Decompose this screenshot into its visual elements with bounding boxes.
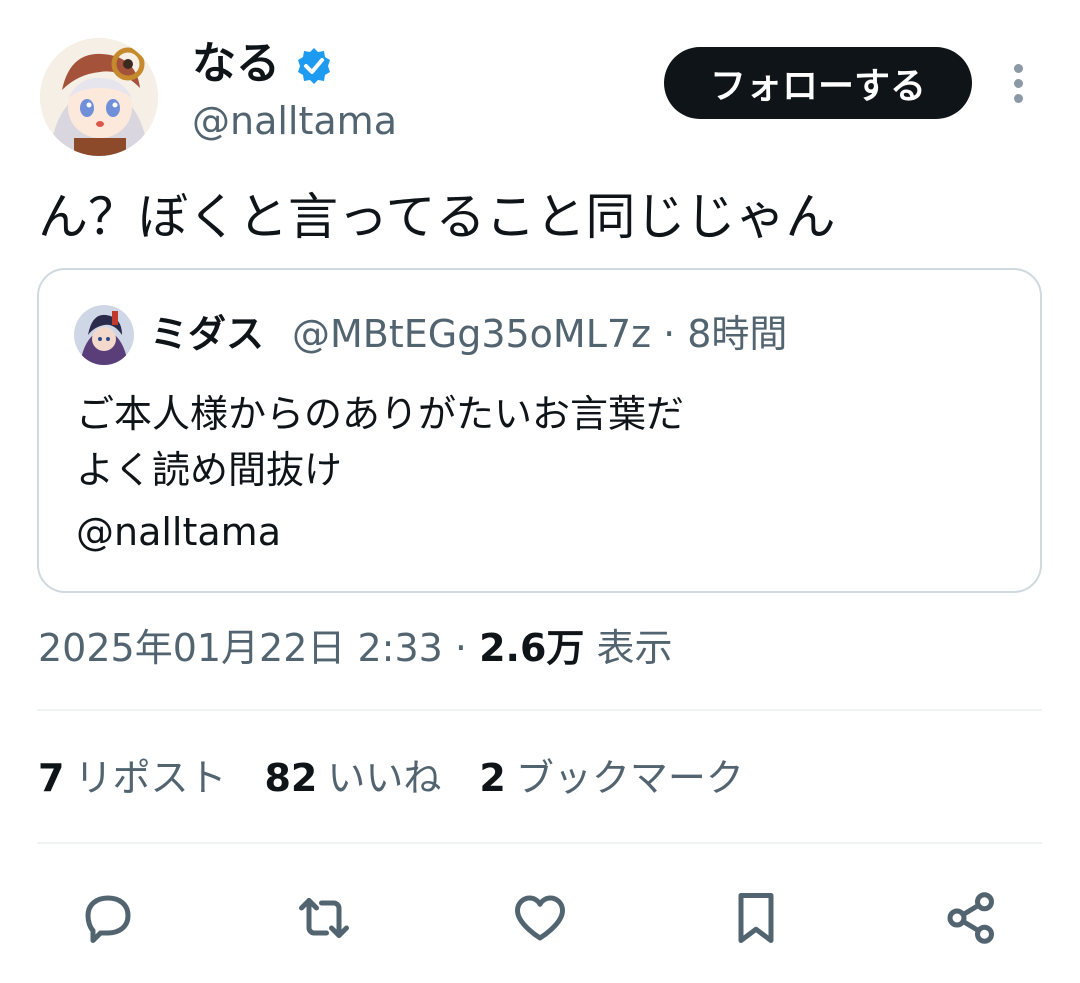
- engagement-stats: 7 リポスト 82 いいね 2 ブックマーク: [38, 750, 744, 806]
- quote-mention[interactable]: @nalltama: [76, 504, 281, 560]
- quote-text-line: よく読め間抜け: [76, 448, 343, 492]
- quote-avatar-icon: [74, 305, 134, 365]
- quote-author-name: ミダス: [150, 312, 265, 356]
- more-vertical-icon[interactable]: [1004, 62, 1034, 106]
- quote-text-line: ご本人様からのありがたいお言葉だ: [76, 392, 685, 436]
- tweet-text: ん？ぼくと言ってること同じじゃん: [38, 188, 836, 246]
- author-name[interactable]: なる: [192, 36, 280, 92]
- divider: [37, 842, 1042, 844]
- author-handle[interactable]: @nalltama: [192, 96, 397, 146]
- stat-bookmarks[interactable]: 2 ブックマーク: [479, 750, 743, 806]
- like-icon[interactable]: [508, 886, 572, 950]
- views-count: 2.6万: [479, 626, 585, 670]
- stat-likes[interactable]: 82 いいね: [264, 750, 441, 806]
- retweet-icon[interactable]: [292, 886, 356, 950]
- verified-badge-icon: [294, 46, 334, 86]
- reply-icon[interactable]: [76, 886, 140, 950]
- quote-author-handle-time: @MBtEGg35oML7z · 8時間: [292, 312, 788, 356]
- views-label: 表示: [584, 626, 673, 670]
- bookmark-icon[interactable]: [724, 886, 788, 950]
- tweet-meta: 2025年01月22日 2:33 · 2.6万 表示: [38, 620, 673, 676]
- follow-button[interactable]: フォローする: [664, 47, 972, 119]
- share-icon[interactable]: [940, 886, 1004, 950]
- stat-reposts[interactable]: 7 リポスト: [38, 750, 226, 806]
- avatar-icon[interactable]: [40, 38, 158, 156]
- divider: [37, 709, 1042, 711]
- timestamp[interactable]: 2025年01月22日 2:33 ·: [38, 626, 479, 670]
